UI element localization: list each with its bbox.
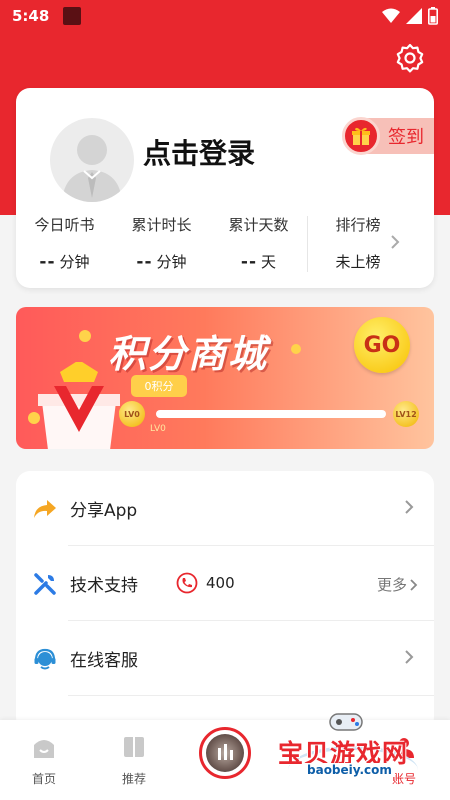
- stat-label: 累计天数: [228, 216, 289, 234]
- watermark-url: baobeiy.com: [304, 763, 395, 777]
- go-button[interactable]: GO: [354, 317, 410, 373]
- wrench-icon: [32, 571, 58, 597]
- signin-label: 签到: [388, 127, 424, 148]
- points-mall-banner[interactable]: 积分商城 GO 0积分 LV0 LV12 LV0: [16, 307, 434, 449]
- level-end-badge: LV12: [393, 401, 419, 427]
- battery-icon: [428, 7, 438, 25]
- menu-item-share[interactable]: 分享App: [16, 471, 434, 546]
- menu-card: 分享App 技术支持 400 更多 在线客服: [16, 471, 434, 731]
- points-bubble: 0积分: [131, 375, 187, 397]
- rank-value: 未上榜: [335, 253, 381, 271]
- rank-label: 排行榜: [335, 216, 381, 234]
- gift-icon: [342, 117, 380, 155]
- stat-value: -- 分钟: [39, 252, 90, 272]
- stats-row: 今日听书 -- 分钟 累计时长 -- 分钟 累计天数 -- 天 排行榜 未上榜: [16, 208, 434, 278]
- wifi-icon: [382, 8, 400, 23]
- stat-label: 累计时长: [131, 216, 192, 234]
- tab-home[interactable]: 首页: [14, 734, 74, 787]
- coin-decoration-icon: [291, 344, 301, 354]
- status-time: 5:48: [12, 7, 50, 25]
- stat-label: 今日听书: [34, 216, 95, 234]
- signal-icon: [406, 8, 422, 24]
- chevron-right-icon: [410, 578, 418, 591]
- status-icons: [382, 7, 438, 25]
- audio-wave-icon: [218, 744, 233, 760]
- chevron-right-icon: [405, 650, 414, 664]
- phone-number: 400: [206, 574, 235, 592]
- points-mall-title: 积分商城: [108, 332, 269, 376]
- phone-icon: [176, 572, 198, 594]
- more-link[interactable]: 更多: [377, 574, 418, 595]
- share-arrow-icon: [32, 496, 58, 522]
- menu-item-label: 技术支持: [70, 576, 138, 596]
- home-icon: [34, 740, 54, 758]
- signin-button[interactable]: 签到: [342, 117, 434, 155]
- book-icon: [124, 737, 144, 757]
- menu-item-support[interactable]: 技术支持 400 更多: [16, 546, 434, 621]
- more-label: 更多: [376, 576, 407, 594]
- now-playing-disc[interactable]: [199, 727, 251, 779]
- row-divider: [68, 695, 434, 696]
- stat-value: -- 天: [240, 252, 277, 272]
- tab-recommend[interactable]: 推荐: [104, 734, 164, 787]
- watermark-logo: 宝贝游戏网 baobeiy.com: [276, 708, 426, 792]
- support-phone[interactable]: 400: [176, 572, 235, 594]
- stat-total-time: 累计时长 -- 分钟: [113, 208, 210, 278]
- stat-total-days: 累计天数 -- 天: [210, 208, 307, 278]
- chevron-right-icon: [391, 235, 400, 249]
- status-bar: 5:48: [0, 0, 450, 32]
- settings-gear-icon[interactable]: [394, 42, 426, 74]
- profile-card: 点击登录 签到 今日听书 -- 分钟 累计时长 -- 分钟 累计天数 -- 天 排行榜: [16, 88, 434, 288]
- stat-value: -- 分钟: [136, 252, 187, 272]
- stat-today-listen: 今日听书 -- 分钟: [16, 208, 113, 278]
- headset-icon: [32, 646, 58, 672]
- ranking-entry[interactable]: 排行榜 未上榜: [308, 208, 408, 278]
- menu-item-label: 分享App: [70, 501, 138, 521]
- tab-label: 首页: [31, 772, 56, 786]
- login-prompt[interactable]: 点击登录: [143, 132, 255, 172]
- current-level-label: LV0: [150, 424, 166, 434]
- chevron-right-icon: [405, 500, 414, 514]
- level-start-badge: LV0: [119, 401, 145, 427]
- avatar[interactable]: [50, 118, 134, 202]
- gamepad-icon: [329, 713, 363, 731]
- level-progress-bar: [156, 410, 386, 418]
- menu-item-label: 在线客服: [70, 651, 138, 671]
- menu-item-online-service[interactable]: 在线客服: [16, 621, 434, 696]
- tab-label: 推荐: [121, 772, 146, 786]
- coin-decoration-icon: [79, 330, 91, 342]
- notification-icon: [63, 7, 82, 25]
